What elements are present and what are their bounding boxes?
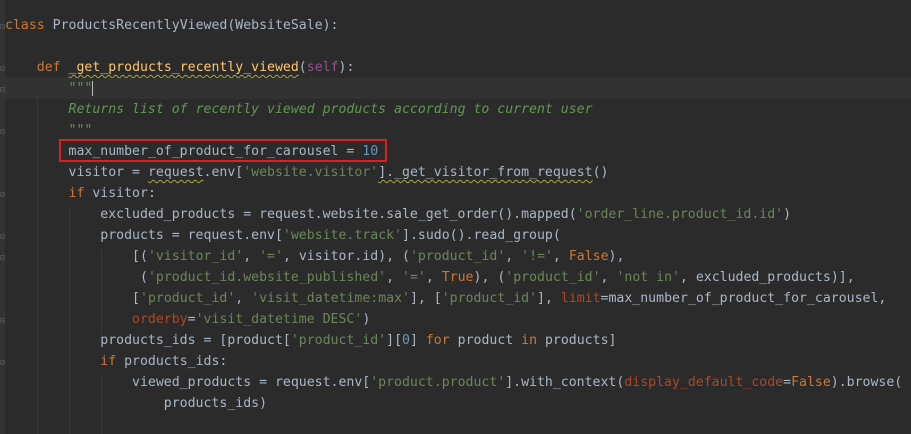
code-line[interactable]: products_ids = [product['product_id'][0]… <box>5 330 616 351</box>
code-text: [ <box>132 291 140 306</box>
code-line[interactable]: products = request.env['website.track'].… <box>5 225 561 246</box>
code-text: ], <box>537 291 561 306</box>
code-text: ].with_context( <box>505 375 625 390</box>
code-line[interactable]: """ <box>5 120 93 141</box>
code-line[interactable]: visitor = request.env['website.visitor']… <box>5 162 609 183</box>
code-text: ] <box>409 333 426 348</box>
code-text: ): <box>338 60 355 75</box>
code-text: =max_number_of_product_for_carousel, <box>600 291 887 306</box>
keyword-argument: display_default_code <box>624 375 784 390</box>
code-text: products = request.env[ <box>100 228 283 243</box>
code-text: , <box>235 291 252 306</box>
number-literal: 0 <box>402 333 410 348</box>
string-literal: 'visitor_id' <box>147 249 244 264</box>
code-text: , excluded_products)], <box>679 270 855 285</box>
code-text: viewed_products = request.env[ <box>132 375 371 390</box>
string-literal: 'website.track' <box>282 228 402 243</box>
code-text: ) <box>362 312 371 327</box>
keyword: in <box>521 333 538 348</box>
code-text: , <box>243 249 260 264</box>
code-line[interactable]: viewed_products = request.env['product.p… <box>5 372 902 393</box>
string-literal: '=' <box>402 270 426 285</box>
code-text: , <box>425 270 442 285</box>
code-line[interactable]: ('product_id.website_published', '=', Tr… <box>5 267 855 288</box>
code-text: , <box>552 249 569 264</box>
code-text: excluded_products = request.website.sale… <box>100 207 577 222</box>
code-line[interactable]: ['product_id', 'visit_datetime:max'], ['… <box>5 288 886 309</box>
code-text: () <box>592 165 609 180</box>
code-text: ( <box>298 60 307 75</box>
docstring: """ <box>68 123 93 138</box>
code-text: products_ids = [product[ <box>100 333 291 348</box>
code-line[interactable]: if products_ids: <box>5 351 227 372</box>
string-literal: 'product_id' <box>290 333 387 348</box>
code-text: ), <box>608 249 625 264</box>
code-text: [( <box>132 249 148 264</box>
string-literal: '=' <box>259 249 283 264</box>
code-text: , <box>505 249 522 264</box>
text-caret <box>92 80 94 96</box>
code-text: .env[ <box>203 165 244 180</box>
code-text: ][ <box>386 333 403 348</box>
code-text: ).browse( <box>830 375 903 390</box>
code-line[interactable]: class ProductsRecentlyViewed(WebsiteSale… <box>5 15 338 36</box>
code-text: = <box>187 312 196 327</box>
code-line[interactable]: excluded_products = request.website.sale… <box>5 204 791 225</box>
code-text: products_ids) <box>163 396 268 411</box>
code-text: request <box>147 165 204 180</box>
code-text: , visitor.id), ( <box>282 249 410 264</box>
string-literal: '!=' <box>521 249 553 264</box>
string-literal: 'order_line.product_id.id' <box>576 207 784 222</box>
string-literal: 'visit_datetime:max' <box>251 291 410 306</box>
string-literal: 'product_id' <box>409 249 506 264</box>
self-param: self <box>306 60 339 75</box>
keyword-argument: limit <box>560 291 601 306</box>
code-editor[interactable]: ⊟ ⊟ ⊟ ⊟ ⊟ ⊟ ⊟ ⊟ ⊟ class ProductsRecently… <box>0 0 911 434</box>
code-text: ) <box>783 207 792 222</box>
code-line[interactable]: def _get_products_recently_viewed(self): <box>5 57 355 78</box>
string-literal: 'product_id' <box>505 270 601 285</box>
code-text: product <box>449 333 522 348</box>
code-text: products_ids: <box>116 354 228 369</box>
code-text: , <box>386 270 403 285</box>
code-text: ], [ <box>409 291 442 306</box>
string-literal: 'product.product' <box>370 375 506 390</box>
class-name: ProductsRecentlyViewed <box>52 18 228 33</box>
string-literal: 'product_id.website_published' <box>147 270 387 285</box>
code-text: products] <box>537 333 617 348</box>
string-literal: 'not in' <box>616 270 680 285</box>
keyword: def <box>36 60 61 75</box>
docstring: Returns list of recently viewed products… <box>68 102 593 117</box>
keyword: class <box>5 18 45 33</box>
string-literal: 'visit_datetime DESC' <box>195 312 363 327</box>
keyword: True <box>441 270 474 285</box>
code-text: visitor = <box>68 165 148 180</box>
function-name: _get_products_recently_viewed <box>68 60 299 75</box>
code-line[interactable]: products_ids) <box>5 393 267 414</box>
keyword-argument: orderby <box>132 312 188 327</box>
code-text: ]._get_visitor_from_request <box>378 165 593 180</box>
code-line[interactable]: Returns list of recently viewed products… <box>5 99 593 120</box>
code-text: ( <box>132 270 148 285</box>
code-text: = <box>783 375 792 390</box>
string-literal: 'website.visitor' <box>243 165 379 180</box>
keyword: False <box>568 249 609 264</box>
code-line-current[interactable]: """ <box>5 78 911 99</box>
code-text: (WebsiteSale): <box>227 18 339 33</box>
code-text: ].sudo().read_group( <box>402 228 561 243</box>
code-text: visitor: <box>84 186 156 201</box>
code-line[interactable]: [('visitor_id', '=', visitor.id), ('prod… <box>5 246 624 267</box>
string-literal: 'product_id' <box>441 291 538 306</box>
code-text: , <box>600 270 617 285</box>
keyword: if <box>68 186 85 201</box>
code-text: ), ( <box>473 270 506 285</box>
keyword: for <box>425 333 450 348</box>
string-literal: 'product_id' <box>140 291 236 306</box>
code-line[interactable]: if visitor: <box>5 183 156 204</box>
highlight-annotation-box <box>59 139 387 162</box>
keyword: if <box>100 354 117 369</box>
keyword: False <box>791 375 831 390</box>
code-line[interactable]: orderby='visit_datetime DESC') <box>5 309 370 330</box>
docstring: """ <box>68 81 93 96</box>
